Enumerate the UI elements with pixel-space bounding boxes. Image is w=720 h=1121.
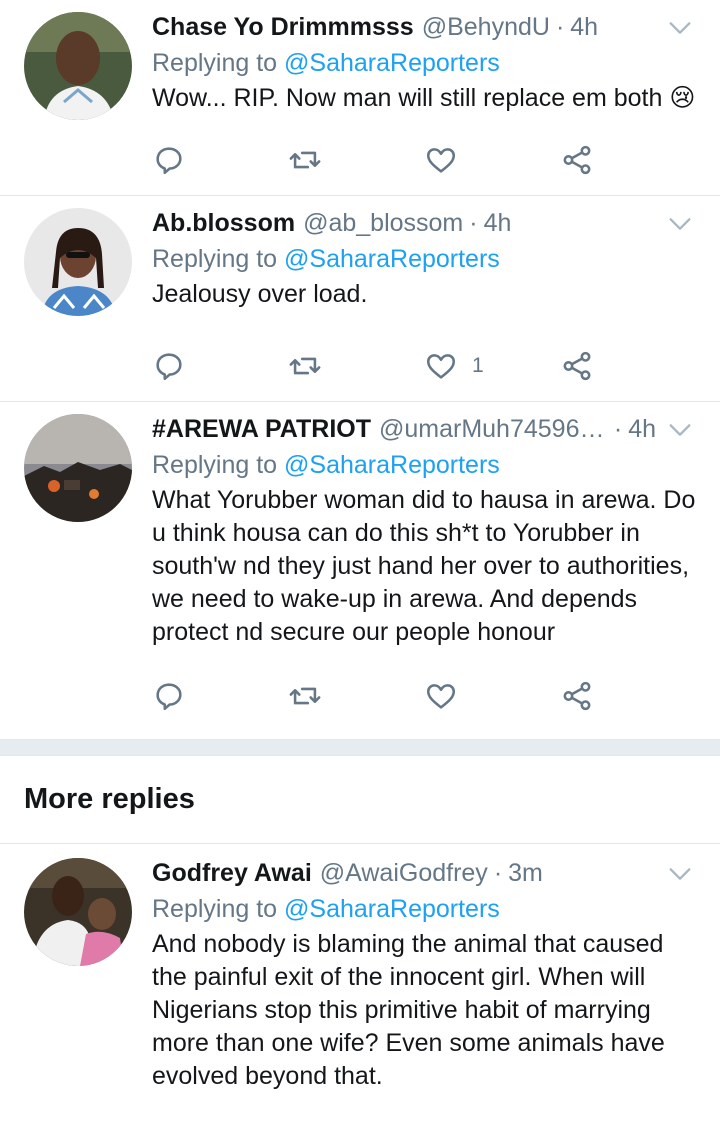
avatar-image [24, 12, 132, 120]
avatar-image [24, 208, 132, 316]
avatar-image [24, 858, 132, 966]
tweet-actions [152, 659, 696, 733]
reply-icon [156, 683, 182, 711]
tweet-body: #AREWA PATRIOT @umarMuh745961... · 4h Re… [152, 414, 696, 739]
like-button[interactable] [424, 679, 560, 713]
replying-to: Replying to @SaharaReporters [152, 242, 696, 276]
avatar-image [24, 414, 132, 522]
avatar[interactable] [24, 208, 132, 316]
timestamp[interactable]: 4h [484, 208, 512, 238]
tweet-header: Ab.blossom @ab_blossom · 4h [152, 208, 696, 238]
replying-to: Replying to @SaharaReporters [152, 448, 696, 482]
section-divider [0, 740, 720, 756]
mention-link[interactable]: @SaharaReporters [284, 451, 500, 479]
tweet[interactable]: Ab.blossom @ab_blossom · 4h Replying to … [0, 196, 720, 402]
share-icon [563, 681, 591, 711]
tweet-header: Chase Yo Drimmmsss @BehyndU · 4h [152, 12, 696, 42]
author-handle[interactable]: @ab_blossom [303, 208, 463, 238]
separator: · [613, 415, 623, 443]
chevron-down-icon[interactable] [666, 416, 694, 444]
like-icon [426, 684, 456, 709]
retweet-icon [289, 151, 321, 169]
retweet-icon [289, 357, 321, 375]
avatar[interactable] [24, 12, 132, 120]
share-button[interactable] [560, 143, 696, 177]
tweet-body: Chase Yo Drimmmsss @BehyndU · 4h Replyin… [152, 12, 696, 195]
share-button[interactable] [560, 679, 696, 713]
author-name[interactable]: Chase Yo Drimmmsss [152, 12, 414, 42]
reply-icon [156, 353, 182, 381]
replying-to-label: Replying to [152, 49, 278, 77]
author-name[interactable]: #AREWA PATRIOT [152, 414, 371, 444]
retweet-button[interactable] [288, 679, 424, 713]
replies-feed: Chase Yo Drimmmsss @BehyndU · 4h Replyin… [0, 0, 720, 1121]
reply-button[interactable] [152, 349, 288, 383]
author-handle[interactable]: @umarMuh745961... [379, 414, 608, 444]
timestamp[interactable]: 4h [628, 414, 656, 444]
share-icon [563, 145, 591, 175]
avatar[interactable] [24, 414, 132, 522]
author-handle[interactable]: @AwaiGodfrey [320, 858, 488, 888]
timestamp[interactable]: 3m [508, 858, 543, 888]
chevron-down-icon[interactable] [666, 14, 694, 42]
timestamp[interactable]: 4h [570, 12, 598, 42]
more-replies-heading: More replies [0, 756, 720, 844]
replying-to-label: Replying to [152, 245, 278, 273]
reply-icon [156, 147, 182, 175]
tweet-text: And nobody is blaming the animal that ca… [152, 930, 665, 1090]
replying-to-label: Replying to [152, 451, 278, 479]
tweet[interactable]: Godfrey Awai @AwaiGodfrey · 3m Replying … [0, 844, 720, 1121]
like-count: 1 [472, 354, 484, 377]
tweet-actions [152, 123, 696, 197]
author-name[interactable]: Ab.blossom [152, 208, 295, 238]
like-icon [426, 354, 456, 379]
tweet-actions: 1 [152, 329, 696, 403]
mention-link[interactable]: @SaharaReporters [284, 49, 500, 77]
replying-to: Replying to @SaharaReporters [152, 892, 696, 926]
reply-button[interactable] [152, 679, 288, 713]
share-button[interactable] [560, 349, 696, 383]
retweet-button[interactable] [288, 349, 424, 383]
tweet-body: Godfrey Awai @AwaiGodfrey · 3m Replying … [152, 858, 696, 1121]
author-handle[interactable]: @BehyndU [422, 12, 550, 42]
chevron-down-icon[interactable] [666, 860, 694, 888]
share-icon [563, 351, 591, 381]
author-name[interactable]: Godfrey Awai [152, 858, 312, 888]
like-button[interactable]: 1 [424, 349, 560, 383]
separator: · [555, 13, 565, 41]
reply-button[interactable] [152, 143, 288, 177]
separator: · [493, 859, 503, 887]
separator: · [469, 209, 478, 237]
tweet-body: Ab.blossom @ab_blossom · 4h Replying to … [152, 208, 696, 401]
like-icon [426, 148, 456, 173]
chevron-down-icon[interactable] [666, 210, 694, 238]
avatar[interactable] [24, 858, 132, 966]
tweet-text: Wow... RIP. Now man will still replace e… [152, 84, 696, 112]
replying-to: Replying to @SaharaReporters [152, 46, 696, 80]
replying-to-label: Replying to [152, 895, 278, 923]
mention-link[interactable]: @SaharaReporters [284, 245, 500, 273]
tweet[interactable]: Chase Yo Drimmmsss @BehyndU · 4h Replyin… [0, 0, 720, 196]
mention-link[interactable]: @SaharaReporters [284, 895, 500, 923]
tweet[interactable]: #AREWA PATRIOT @umarMuh745961... · 4h Re… [0, 402, 720, 740]
tweet-text: What Yorubber woman did to hausa in arew… [152, 486, 696, 646]
retweet-icon [289, 687, 321, 705]
tweet-text: Jealousy over load. [152, 280, 368, 308]
like-button[interactable] [424, 143, 560, 177]
tweet-header: Godfrey Awai @AwaiGodfrey · 3m [152, 858, 696, 888]
retweet-button[interactable] [288, 143, 424, 177]
tweet-header: #AREWA PATRIOT @umarMuh745961... · 4h [152, 414, 696, 444]
